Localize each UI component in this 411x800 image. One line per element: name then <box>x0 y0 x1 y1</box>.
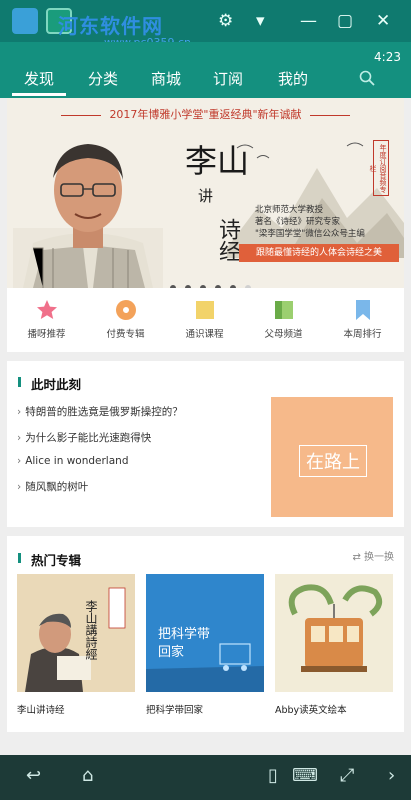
section-marker <box>18 377 21 387</box>
section-title: 此时此刻 <box>31 377 82 392</box>
banner-headline: 2017年博雅小学堂"重返经典"新年诚献 <box>7 106 404 122</box>
app-logo-icon <box>12 8 38 34</box>
active-tab-indicator <box>12 93 66 96</box>
album-title: 把科学带回家 <box>146 705 204 716</box>
feature-label: 在路上 <box>299 445 367 477</box>
bio-line: 著名《诗经》研究专家 <box>255 217 341 227</box>
note-icon <box>196 301 214 319</box>
back-icon[interactable]: ↩ <box>26 765 41 786</box>
minimize-icon[interactable]: — <box>300 11 317 31</box>
album-title: 李山讲诗经 <box>17 705 65 716</box>
category-parents[interactable]: 父母频道 <box>244 288 323 352</box>
album-cover <box>275 574 393 692</box>
tab-category[interactable]: 分类 <box>88 68 118 89</box>
status-time: 4:23 <box>374 50 401 64</box>
feature-card[interactable]: 在路上 <box>271 397 393 517</box>
album-cover-art <box>275 574 393 692</box>
phone-icon[interactable]: ▯ <box>268 765 278 786</box>
refresh-button[interactable]: ⇄ 换一换 <box>352 548 394 563</box>
emulator-titlebar: 河东软件网 www.pc0359.cn ⚙ ▾ — ▢ ✕ <box>0 0 411 49</box>
category-label: 通识课程 <box>185 329 224 340</box>
category-label: 本周排行 <box>343 329 382 340</box>
album-cover-text: 把科学带回家 <box>158 627 211 660</box>
hot-albums-section: 热门专辑 ⇄ 换一换 李山講詩經 李山讲诗经 把科学带回家 把科学带回家 Abb… <box>7 536 404 732</box>
book-icon <box>275 301 293 319</box>
category-ranking[interactable]: 本周排行 <box>323 288 402 352</box>
keyboard-icon[interactable]: ⌨ <box>292 765 318 786</box>
banner-verb: 讲 <box>196 188 214 203</box>
banner-name: 李山 <box>185 142 250 180</box>
bio-line: 北京师范大学教授 <box>255 205 324 215</box>
news-item[interactable]: 特朗普的胜选竟是俄罗斯操控的？ <box>17 404 183 419</box>
close-icon[interactable]: ✕ <box>376 11 390 31</box>
banner-slogan: 跟随最懂诗经的人体会诗经之美 <box>239 244 399 262</box>
section-marker <box>18 553 21 563</box>
maximize-icon[interactable]: ▢ <box>337 11 353 31</box>
app-nav: 4:23 发现 分类 商城 订阅 我的 <box>0 42 411 98</box>
bookmark-icon <box>356 300 370 320</box>
tab-subscribe[interactable]: 订阅 <box>213 68 243 89</box>
carousel-dots[interactable] <box>170 276 260 288</box>
dropdown-icon[interactable]: ▾ <box>256 11 265 31</box>
tab-mall[interactable]: 商城 <box>151 68 181 89</box>
star-icon <box>37 300 57 319</box>
watermark: 河东软件网 <box>58 14 163 38</box>
category-paid[interactable]: 付费专辑 <box>86 288 165 352</box>
album-card[interactable]: 李山講詩經 李山讲诗经 <box>17 574 135 716</box>
category-label: 播呀推荐 <box>27 329 66 340</box>
category-label: 父母频道 <box>264 329 303 340</box>
album-card[interactable]: Abby读英文绘本 <box>275 574 393 716</box>
category-label: 付费专辑 <box>106 329 145 340</box>
refresh-label: 换一换 <box>364 552 394 563</box>
album-cover: 把科学带回家 <box>146 574 264 692</box>
album-cover: 李山講詩經 <box>17 574 135 692</box>
tab-mine[interactable]: 我的 <box>278 68 308 89</box>
emulator-bottom-bar: ↩ ⌂ ▯ ⌨ ⤢ › <box>0 755 411 800</box>
album-card[interactable]: 把科学带回家 把科学带回家 <box>146 574 264 716</box>
settings-icon[interactable]: ⚙ <box>218 11 233 31</box>
album-cover-art <box>17 574 135 692</box>
album-cover-text: 李山講詩經 <box>84 600 98 660</box>
banner-stamp: 年度订阅音频专栏 <box>369 140 389 196</box>
banner-bio: 北京师范大学教授 著名《诗经》研究专家 "梁李国学堂"微信公众号主编 <box>255 204 365 240</box>
category-row: 播呀推荐 付费专辑 通识课程 父母频道 本周排行 <box>7 288 404 352</box>
disc-icon <box>116 300 136 320</box>
next-icon[interactable]: › <box>388 765 395 786</box>
home-icon[interactable]: ⌂ <box>82 765 93 786</box>
fullscreen-icon[interactable]: ⤢ <box>340 765 354 786</box>
news-item[interactable]: 随风飘的树叶 <box>17 479 88 494</box>
news-item[interactable]: Alice in wonderland <box>17 455 128 467</box>
moment-section: 此时此刻 特朗普的胜选竟是俄罗斯操控的？ 为什么影子能比光速跑得快 Alice … <box>7 361 404 527</box>
bio-line: "梁李国学堂"微信公众号主编 <box>255 229 365 239</box>
professor-portrait <box>13 144 163 288</box>
search-icon[interactable] <box>359 70 375 86</box>
category-course[interactable]: 通识课程 <box>165 288 244 352</box>
promo-banner[interactable]: 2017年博雅小学堂"重返经典"新年诚献 李山 讲 诗经 北京师范大学教授 著名… <box>7 98 404 288</box>
tab-discover[interactable]: 发现 <box>24 68 54 89</box>
category-recommend[interactable]: 播呀推荐 <box>7 288 86 352</box>
album-title: Abby读英文绘本 <box>275 705 347 716</box>
news-item[interactable]: 为什么影子能比光速跑得快 <box>17 430 151 445</box>
refresh-icon: ⇄ <box>352 552 364 563</box>
section-title: 热门专辑 <box>31 553 82 568</box>
